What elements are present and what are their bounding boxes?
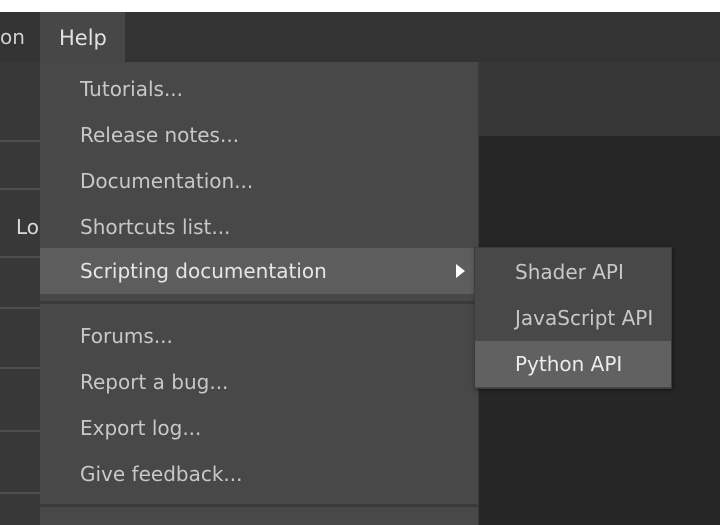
panel-divider: [0, 367, 40, 369]
panel-divider: [0, 256, 40, 258]
menu-item-export-log[interactable]: Export log...: [40, 405, 478, 451]
window-top-edge: [0, 0, 720, 12]
menu-item-label: Documentation...: [80, 169, 254, 193]
help-menu: Tutorials... Release notes... Documentat…: [40, 62, 479, 525]
menu-item-scripting-documentation[interactable]: Scripting documentation: [40, 248, 478, 294]
menu-item-documentation[interactable]: Documentation...: [40, 158, 478, 204]
menu-item-label: Shortcuts list...: [80, 215, 231, 239]
menu-item-shortcuts-list[interactable]: Shortcuts list...: [40, 204, 478, 250]
menu-item-label: Give feedback...: [80, 462, 243, 486]
submenu-item-label: JavaScript API: [515, 306, 654, 330]
menu-item-label: Tutorials...: [80, 77, 184, 101]
menu-item-give-feedback[interactable]: Give feedback...: [40, 451, 478, 497]
menu-separator: [40, 504, 478, 507]
menu-separator: [40, 301, 478, 304]
submenu-item-label: Shader API: [515, 260, 624, 284]
menu-item-report-bug[interactable]: Report a bug...: [40, 359, 478, 405]
panel-divider: [0, 307, 40, 309]
menu-item-tutorials[interactable]: Tutorials...: [40, 66, 478, 112]
menu-item-label: Export log...: [80, 416, 202, 440]
panel-divider: [0, 430, 40, 432]
background-label: Lo: [16, 215, 40, 239]
menu-item-label: Release notes...: [80, 123, 240, 147]
menu-item-label: Scripting documentation: [80, 259, 327, 283]
menubar-item-help-label: Help: [59, 26, 107, 50]
submenu-item-shader-api[interactable]: Shader API: [475, 249, 671, 295]
menubar-item-help[interactable]: Help: [40, 12, 125, 62]
menu-item-label: Forums...: [80, 324, 173, 348]
panel-divider: [0, 492, 40, 494]
panel-divider: [0, 188, 40, 190]
menu-item-forums[interactable]: Forums...: [40, 313, 478, 359]
submenu-item-label: Python API: [515, 352, 623, 376]
menu-item-label: Report a bug...: [80, 370, 229, 394]
submenu-item-javascript-api[interactable]: JavaScript API: [475, 295, 671, 341]
background-toolbar: [478, 62, 720, 136]
submenu-arrow-icon: [456, 264, 465, 278]
menubar-item-partial[interactable]: on: [0, 12, 25, 62]
panel-divider: [0, 140, 40, 142]
scripting-submenu: Shader API JavaScript API Python API: [474, 247, 672, 389]
background-left-panel: [0, 62, 40, 525]
menu-item-release-notes[interactable]: Release notes...: [40, 112, 478, 158]
submenu-item-python-api[interactable]: Python API: [475, 341, 671, 387]
